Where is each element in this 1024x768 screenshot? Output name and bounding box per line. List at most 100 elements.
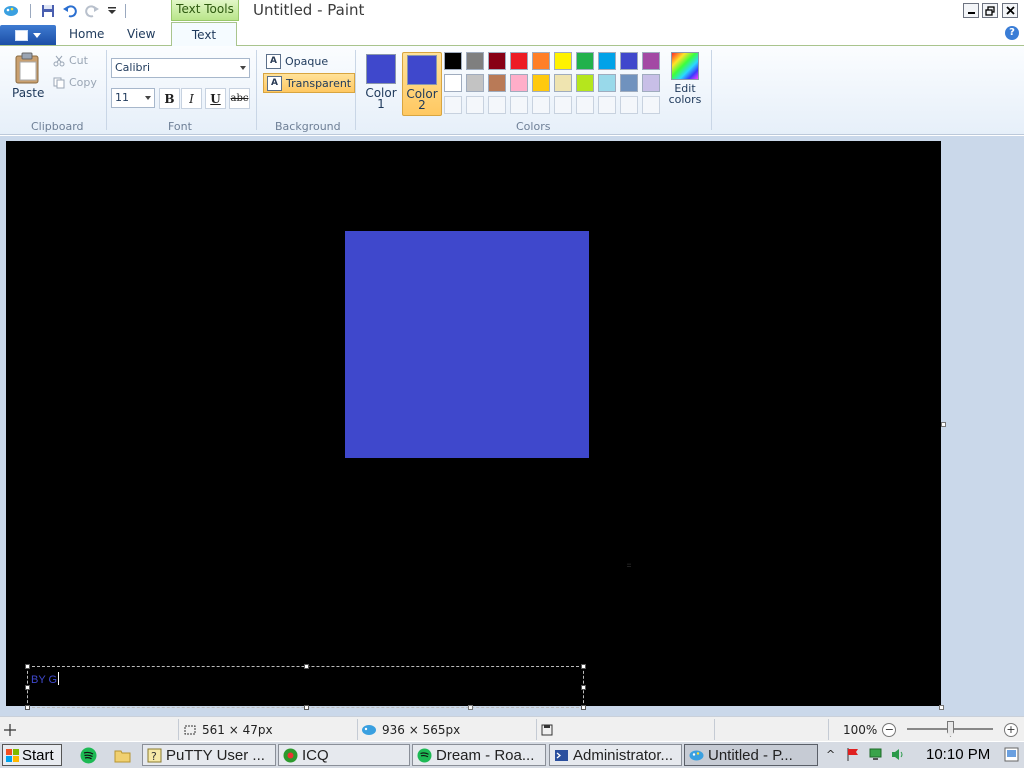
volume-tray-icon[interactable]: [890, 747, 907, 764]
color2-button[interactable]: Color 2: [402, 52, 442, 116]
resize-handle[interactable]: [581, 664, 586, 669]
palette-swatch[interactable]: [532, 74, 550, 92]
bold-button[interactable]: B: [159, 88, 180, 109]
palette-empty-slot[interactable]: [576, 96, 594, 114]
start-button[interactable]: Start: [2, 744, 62, 766]
show-desktop-icon[interactable]: [1004, 747, 1021, 764]
image-size-text: 936 × 565px: [382, 722, 461, 737]
palette-swatch[interactable]: [620, 74, 638, 92]
task-untitled-paint[interactable]: Untitled - P...: [684, 744, 818, 766]
color1-button[interactable]: Color 1: [361, 52, 401, 116]
resize-handle[interactable]: [304, 664, 309, 669]
tab-text[interactable]: Text: [171, 22, 237, 47]
resize-handle[interactable]: [581, 685, 586, 690]
flag-tray-icon[interactable]: [846, 747, 863, 764]
save-icon[interactable]: [40, 3, 56, 19]
palette-swatch[interactable]: [510, 74, 528, 92]
palette-empty-slot[interactable]: [466, 96, 484, 114]
paint-icon: [689, 750, 704, 760]
text-entry-box[interactable]: BY G: [25, 664, 586, 710]
zoom-in-button[interactable]: +: [1004, 722, 1018, 737]
network-tray-icon[interactable]: [868, 747, 885, 764]
help-icon[interactable]: ?: [1005, 26, 1019, 40]
taskbar: Start ? PuTTY User ... ICQ Dream - Roa..…: [0, 741, 1024, 768]
canvas-resize-handle-corner[interactable]: [939, 705, 944, 710]
palette-swatch[interactable]: [576, 52, 594, 70]
palette-swatch[interactable]: [576, 74, 594, 92]
palette-empty-slot[interactable]: [554, 96, 572, 114]
paint-menu-button[interactable]: [0, 25, 56, 45]
zoom-out-button[interactable]: −: [882, 722, 897, 737]
customize-quick-access-icon[interactable]: [104, 3, 120, 19]
edit-colors-button[interactable]: Edit colors: [668, 52, 702, 105]
palette-swatch[interactable]: [444, 74, 462, 92]
folder-quicklaunch-icon[interactable]: [114, 747, 131, 764]
palette-swatch[interactable]: [598, 74, 616, 92]
task-dream-spotify[interactable]: Dream - Roa...: [412, 744, 546, 766]
palette-empty-slot[interactable]: [532, 96, 550, 114]
resize-handle[interactable]: [304, 705, 309, 710]
palette-swatch[interactable]: [532, 52, 550, 70]
palette-swatch[interactable]: [510, 52, 528, 70]
canvas-resize-handle-right[interactable]: [941, 422, 946, 427]
palette-swatch[interactable]: [488, 74, 506, 92]
paste-icon[interactable]: [13, 52, 41, 84]
palette-swatch[interactable]: [554, 52, 572, 70]
close-button[interactable]: [1002, 3, 1018, 18]
resize-handle[interactable]: [25, 685, 30, 690]
zoom-level-cell: 100% −: [843, 720, 897, 739]
palette-empty-slot[interactable]: [444, 96, 462, 114]
palette-swatch[interactable]: [554, 74, 572, 92]
resize-handle[interactable]: [25, 705, 30, 710]
palette-empty-slot[interactable]: [620, 96, 638, 114]
palette-swatch[interactable]: [642, 74, 660, 92]
palette-swatch[interactable]: [642, 52, 660, 70]
cut-button[interactable]: Cut: [53, 54, 88, 67]
paint-app-icon[interactable]: [3, 3, 19, 19]
minimize-button[interactable]: [963, 3, 979, 18]
text-caret: [58, 672, 60, 685]
zoom-level-text: 100%: [843, 722, 878, 737]
document-icon: [15, 29, 28, 41]
palette-swatch[interactable]: [488, 52, 506, 70]
task-putty-user[interactable]: ? PuTTY User ...: [142, 744, 276, 766]
restore-button[interactable]: [982, 3, 998, 18]
spotify-quicklaunch-icon[interactable]: [80, 747, 97, 764]
task-administrator[interactable]: Administrator...: [549, 744, 682, 766]
paste-button[interactable]: Paste: [12, 86, 44, 100]
image-size-cell: 936 × 565px: [361, 720, 460, 739]
font-family-select[interactable]: Calibri: [111, 58, 250, 78]
canvas-resize-handle-bottom[interactable]: [468, 705, 473, 710]
resize-handle[interactable]: [25, 664, 30, 669]
palette-swatch[interactable]: [466, 52, 484, 70]
color2-label: Color 2: [406, 87, 438, 112]
typed-text: BY G: [31, 674, 58, 686]
palette-empty-slot[interactable]: [598, 96, 616, 114]
copy-button[interactable]: Copy: [53, 76, 97, 89]
palette-empty-slot[interactable]: [488, 96, 506, 114]
tab-home[interactable]: Home: [69, 27, 104, 41]
tab-view[interactable]: View: [127, 27, 155, 41]
font-size-select[interactable]: 11: [111, 88, 155, 108]
zoom-slider-thumb[interactable]: [947, 721, 954, 737]
resize-handle[interactable]: [581, 705, 586, 710]
show-hidden-icons-chevron-icon[interactable]: ^: [826, 748, 835, 761]
underline-button[interactable]: U: [205, 88, 226, 109]
palette-empty-slot[interactable]: [510, 96, 528, 114]
drawing-canvas[interactable]: :: BY G: [6, 141, 941, 710]
strikethrough-button[interactable]: abc: [229, 88, 250, 109]
transparent-option[interactable]: A Transparent: [263, 73, 356, 93]
palette-swatch[interactable]: [598, 52, 616, 70]
clipboard-group-label: Clipboard: [31, 120, 84, 133]
opaque-option[interactable]: A Opaque: [263, 51, 331, 71]
redo-icon[interactable]: [84, 3, 100, 19]
palette-swatch[interactable]: [620, 52, 638, 70]
italic-button[interactable]: I: [181, 88, 202, 109]
palette-swatch[interactable]: [466, 74, 484, 92]
palette-empty-slot[interactable]: [642, 96, 660, 114]
undo-icon[interactable]: [62, 3, 78, 19]
palette-swatch[interactable]: [444, 52, 462, 70]
task-label: PuTTY User ...: [166, 746, 265, 764]
task-icq[interactable]: ICQ: [278, 744, 410, 766]
copy-label: Copy: [69, 76, 97, 89]
